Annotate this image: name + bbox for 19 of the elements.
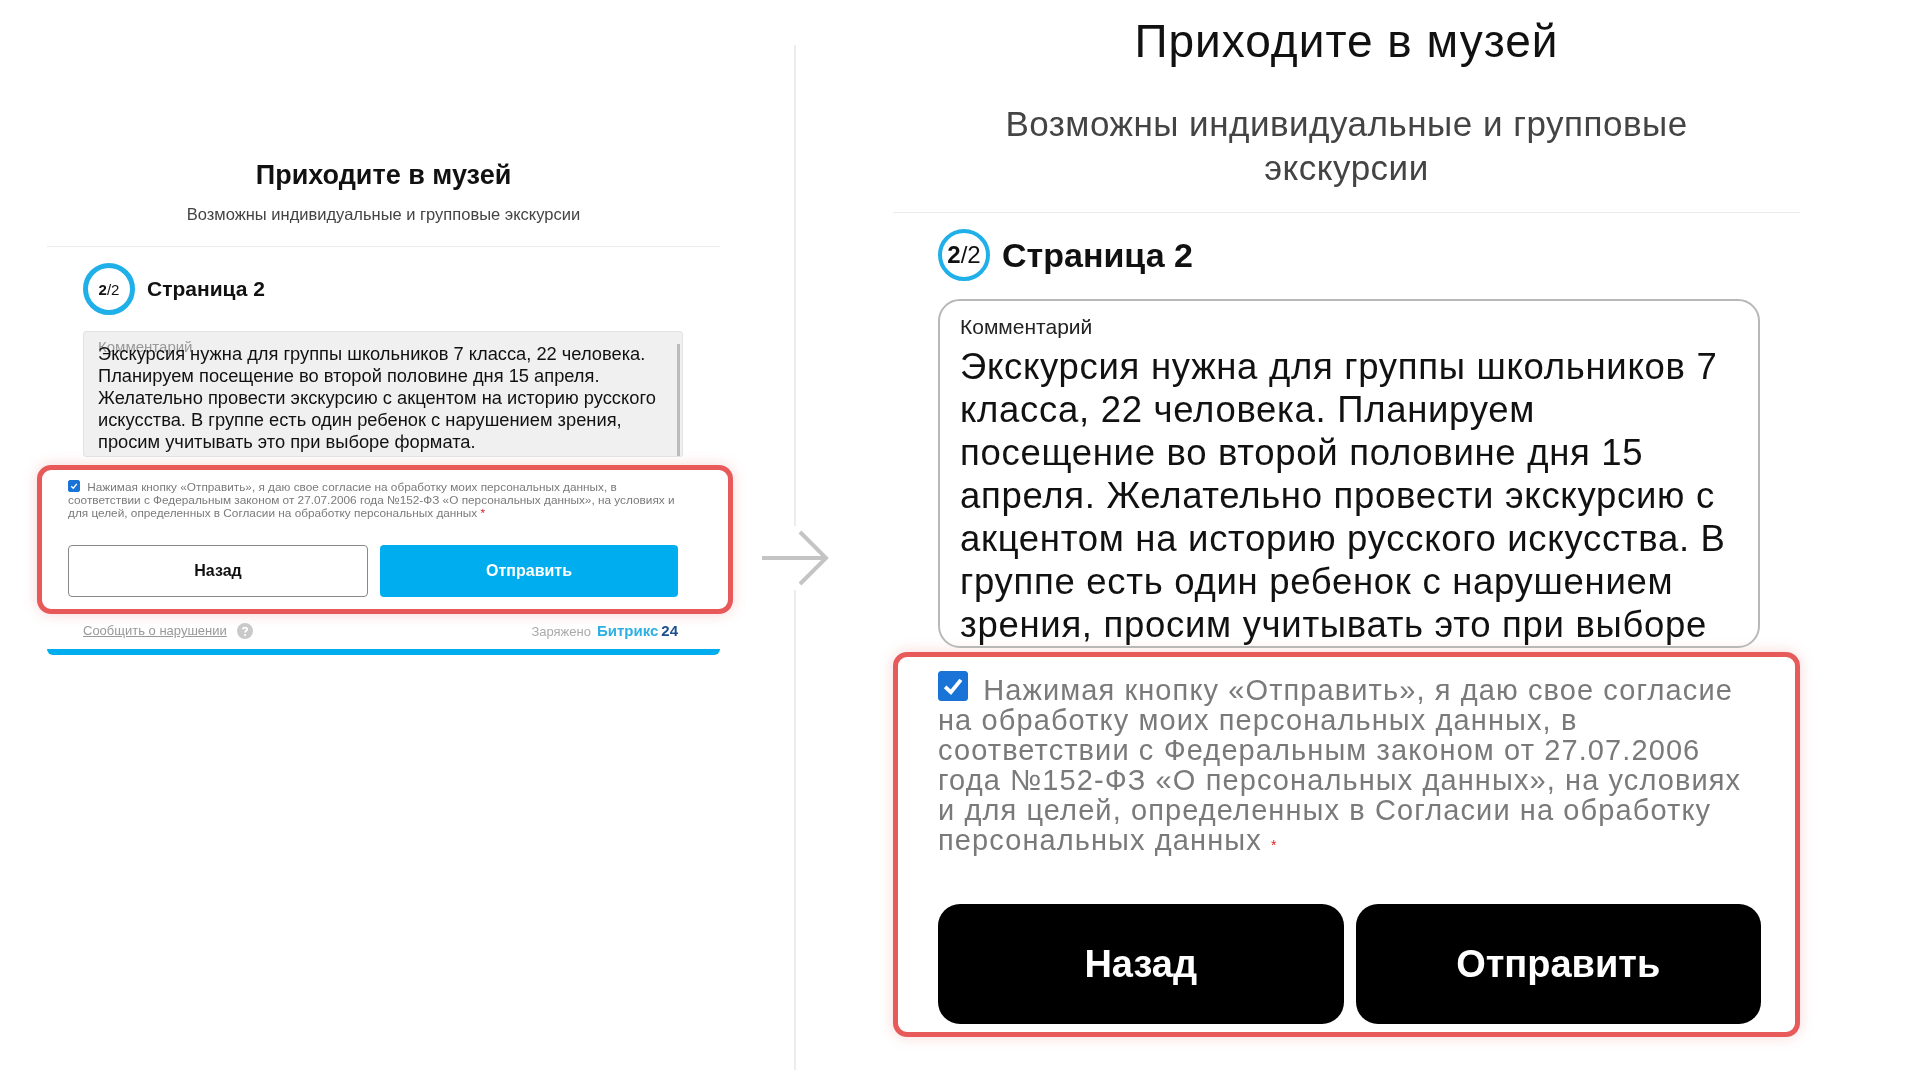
consent-text: Нажимая кнопку «Отправить», я даю свое согласие на обработку моих персональных данных, в соответствии с Федеральным законом от 27.07.2006 года №152-ФЗ «О персональных данных», на условиях и для целей, определенных в Согласии на обработку персональных данных * [68, 480, 676, 520]
consent-text: Нажимая кнопку «Отправить», я даю свое согласие на обработку моих персональных данных, в соответствии с Федеральным законом от 27.07.2006 года №152-ФЗ «О персональных данных», на условиях и для целей, определенных в Согласии на обработку персональных данных * [938, 671, 1761, 860]
form-subtitle: Возможны индивидуальные и групповые экскурсии [185, 205, 582, 224]
powered-by-text: Заряжено [531, 624, 591, 639]
form-subtitle: Возможны индивидуальные и групповые экскурсии [1004, 103, 1689, 189]
brand-logo[interactable]: Битрикс 24 [596, 622, 678, 639]
step-badge: 2/2 [83, 263, 135, 315]
form-title: Приходите в музей [254, 160, 513, 191]
comment-field[interactable]: Комментарий Экскурсия нужна для группы школьников 7 класса, 22 человека. Планируем посещение во второй половине дня 15 апреля. Желательно провести экскурсию с акцентом на историю русского искусства. В группе есть один ребенок с нарушением зрения, просим учитывать это при выборе [938, 299, 1760, 648]
step-title: Страница 2 [147, 277, 265, 301]
form-title: Приходите в музей [1133, 14, 1560, 68]
step-badge: 2/2 [938, 229, 990, 281]
back-button[interactable]: Назад [68, 545, 368, 597]
consent-checkbox[interactable] [68, 480, 80, 492]
submit-button[interactable]: Отправить [1355, 904, 1761, 1024]
back-button[interactable]: Назад [938, 904, 1344, 1024]
checkmark-icon [69, 481, 79, 491]
consent-checkbox[interactable] [938, 671, 968, 701]
step-title: Страница 2 [1002, 235, 1193, 275]
